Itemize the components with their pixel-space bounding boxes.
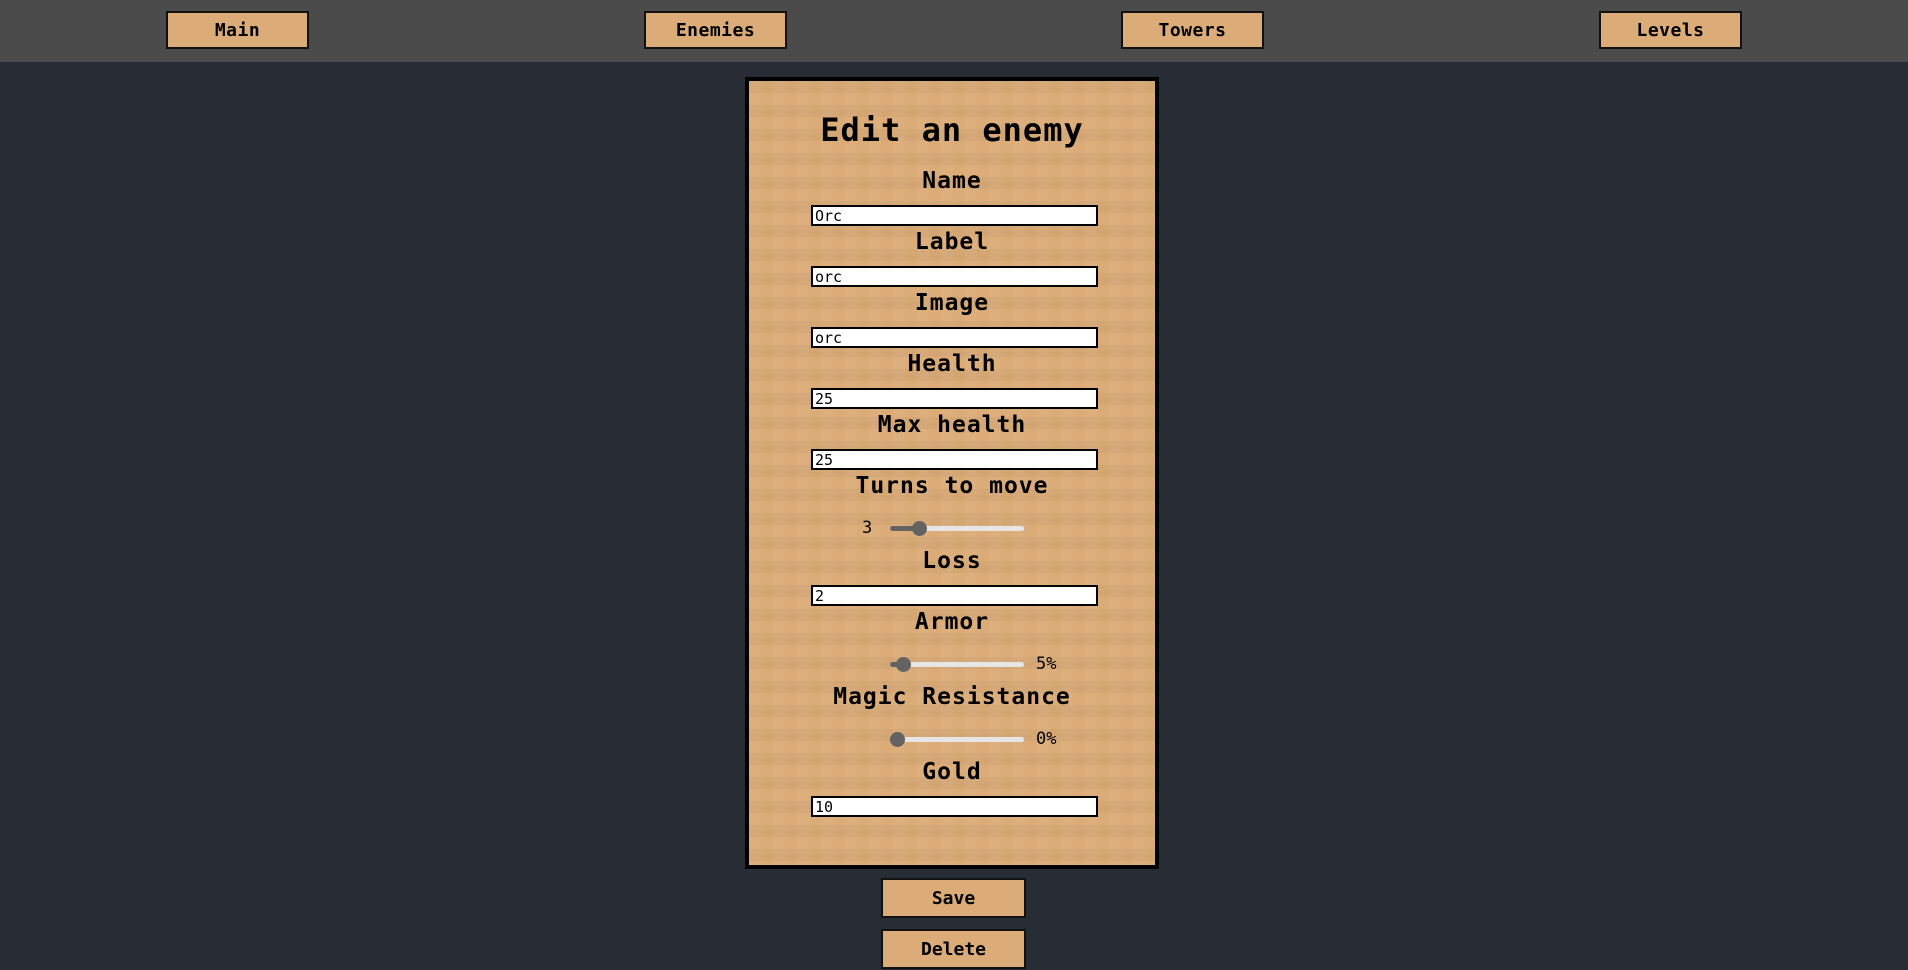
- image-input[interactable]: [811, 327, 1098, 348]
- image-label: Image: [914, 290, 990, 316]
- armor-value: 5%: [1036, 654, 1057, 674]
- armor-slider-thumb[interactable]: [896, 657, 912, 672]
- turns-to-move-slider[interactable]: [890, 521, 1024, 536]
- nav-towers-button[interactable]: Towers: [1121, 11, 1264, 49]
- loss-label: Loss: [922, 548, 982, 574]
- gold-input[interactable]: [811, 796, 1098, 817]
- name-input[interactable]: [811, 205, 1098, 226]
- top-nav-bar: Main Enemies Towers Levels: [0, 0, 1908, 62]
- armor-slider[interactable]: [890, 657, 1024, 672]
- health-input[interactable]: [811, 388, 1098, 409]
- name-label: Name: [922, 168, 982, 194]
- max-health-input[interactable]: [811, 449, 1098, 470]
- loss-input[interactable]: [811, 585, 1098, 606]
- armor-label: Armor: [914, 609, 990, 635]
- delete-button[interactable]: Delete: [881, 929, 1026, 969]
- turns-to-move-value: 3: [862, 518, 873, 538]
- magic-resistance-slider[interactable]: [889, 732, 1024, 747]
- label-label: Label: [914, 229, 990, 255]
- magic-resistance-slider-thumb[interactable]: [889, 732, 905, 747]
- max-health-label: Max health: [877, 412, 1027, 438]
- turns-to-move-label: Turns to move: [855, 473, 1049, 499]
- gold-label: Gold: [922, 759, 982, 785]
- health-label: Health: [907, 351, 997, 377]
- turns-to-move-slider-row: 3: [749, 518, 1155, 538]
- armor-slider-row: 5%: [749, 654, 1155, 674]
- turns-to-move-slider-thumb[interactable]: [912, 521, 928, 536]
- magic-resistance-value: 0%: [1036, 729, 1057, 749]
- label-input[interactable]: [811, 266, 1098, 287]
- nav-levels-button[interactable]: Levels: [1599, 11, 1742, 49]
- magic-resistance-slider-row: 0%: [749, 729, 1155, 749]
- panel-title: Edit an enemy: [820, 111, 1084, 149]
- edit-enemy-panel: Edit an enemy Name Label Image Health Ma…: [745, 77, 1159, 869]
- magic-resistance-label: Magic Resistance: [833, 684, 1071, 710]
- save-button[interactable]: Save: [881, 878, 1026, 918]
- nav-main-button[interactable]: Main: [166, 11, 309, 49]
- nav-enemies-button[interactable]: Enemies: [644, 11, 787, 49]
